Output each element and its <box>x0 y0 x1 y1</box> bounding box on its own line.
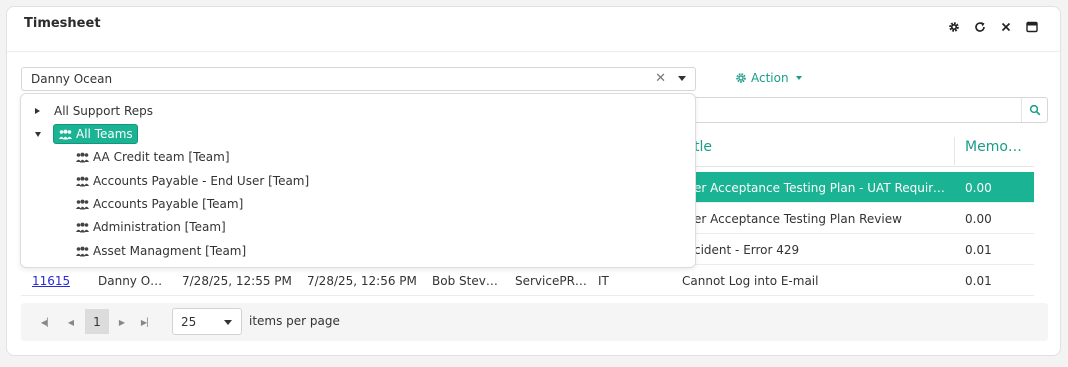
team-icon <box>76 246 89 256</box>
search-input[interactable] <box>687 97 1048 123</box>
cell-title: …er Acceptance Testing Plan Review <box>682 212 902 226</box>
tree-item-team[interactable]: Accounts Payable - End User [Team] <box>75 171 309 191</box>
cell-user: Danny O… <box>98 274 163 288</box>
tree-item-team[interactable]: Administration [Team] <box>75 217 226 237</box>
team-icon <box>76 152 89 162</box>
team-icon <box>76 176 89 186</box>
table-row[interactable]: 11615 Danny O… 7/28/25, 12:55 PM 7/28/25… <box>21 265 1034 296</box>
action-label: Action <box>751 71 789 85</box>
chevron-down-icon[interactable] <box>678 76 686 81</box>
column-divider[interactable] <box>954 137 955 165</box>
window-icon[interactable] <box>1026 20 1038 34</box>
team-icon <box>59 129 72 139</box>
tree-item-label: All Support Reps <box>54 104 153 118</box>
tree-item-team[interactable]: Accounts Payable [Team] <box>75 194 243 214</box>
current-page-button[interactable]: 1 <box>85 309 109 334</box>
tree-item-team[interactable]: AA Credit team [Team] <box>75 147 230 167</box>
cell-title: Cannot Log into E-mail <box>682 274 819 288</box>
search-icon <box>1029 104 1040 116</box>
panel-header: Timesheet <box>7 7 1060 52</box>
page-size-label: items per page <box>249 314 340 328</box>
page-size-value: 25 <box>181 315 197 329</box>
action-button[interactable]: Action <box>735 71 802 85</box>
cell-rep: Bob Stev… <box>432 274 498 288</box>
team-tree-dropdown: All Support Reps All Teams AA Credit tea… <box>20 93 696 268</box>
refresh-icon[interactable] <box>974 20 986 34</box>
combo-selected-value: Danny Ocean <box>31 72 113 86</box>
cell-memo: 0.00 <box>965 181 992 195</box>
tree-item-label: Asset Managment [Team] <box>93 244 247 258</box>
tree-item-label: Accounts Payable [Team] <box>93 197 244 211</box>
cell-start-time: 7/28/25, 12:55 PM <box>182 274 292 288</box>
last-page-icon[interactable]: ▶▏ <box>137 313 157 331</box>
team-icon <box>76 222 89 232</box>
header-toolbar <box>948 20 1038 34</box>
column-header-memo[interactable]: Memo… <box>965 139 1022 155</box>
tree-item-label: All Teams <box>76 127 133 141</box>
ticket-id-link[interactable]: 11615 <box>32 274 70 288</box>
tree-item-label: AA Credit team [Team] <box>93 150 230 164</box>
selected-tree-node[interactable]: All Teams <box>53 124 138 144</box>
tree-item-all-teams[interactable]: All Teams <box>35 124 138 144</box>
first-page-icon[interactable]: ◀▏ <box>37 313 57 331</box>
close-icon[interactable] <box>1000 20 1012 34</box>
prev-page-icon[interactable]: ◀ <box>61 313 81 331</box>
pagination-bar: ◀▏ ◀ 1 ▶ ▶▏ 25 items per page <box>21 303 1048 341</box>
clear-icon[interactable]: ✕ <box>655 72 666 86</box>
page-title: Timesheet <box>24 16 101 31</box>
next-page-icon[interactable]: ▶ <box>112 313 132 331</box>
cell-title: …cident - Error 429 <box>682 243 800 257</box>
tree-item-all-support-reps[interactable]: All Support Reps <box>35 101 153 121</box>
cell-source: ServicePR… <box>515 274 587 288</box>
page-size-select[interactable]: 25 <box>172 308 242 335</box>
tree-item-label: Accounts Payable - End User [Team] <box>93 174 310 188</box>
cell-title: …er Acceptance Testing Plan - UAT Requir… <box>682 181 946 195</box>
cell-memo: 0.00 <box>965 212 992 226</box>
search-button[interactable] <box>1021 98 1047 122</box>
chevron-down-icon <box>224 320 232 325</box>
support-rep-combo[interactable]: Danny Ocean ✕ <box>21 67 696 91</box>
tree-item-team[interactable]: Asset Managment [Team] <box>75 241 246 261</box>
cell-department: IT <box>598 274 609 288</box>
gear-icon[interactable] <box>948 20 960 34</box>
cell-memo: 0.01 <box>965 274 992 288</box>
expand-icon[interactable] <box>35 108 40 114</box>
team-icon <box>76 199 89 209</box>
collapse-icon[interactable] <box>35 131 41 137</box>
cell-end-time: 7/28/25, 12:56 PM <box>307 274 417 288</box>
gear-icon <box>736 73 746 83</box>
caret-down-icon <box>795 76 802 80</box>
tree-item-label: Administration [Team] <box>93 220 226 234</box>
cell-memo: 0.01 <box>965 243 992 257</box>
